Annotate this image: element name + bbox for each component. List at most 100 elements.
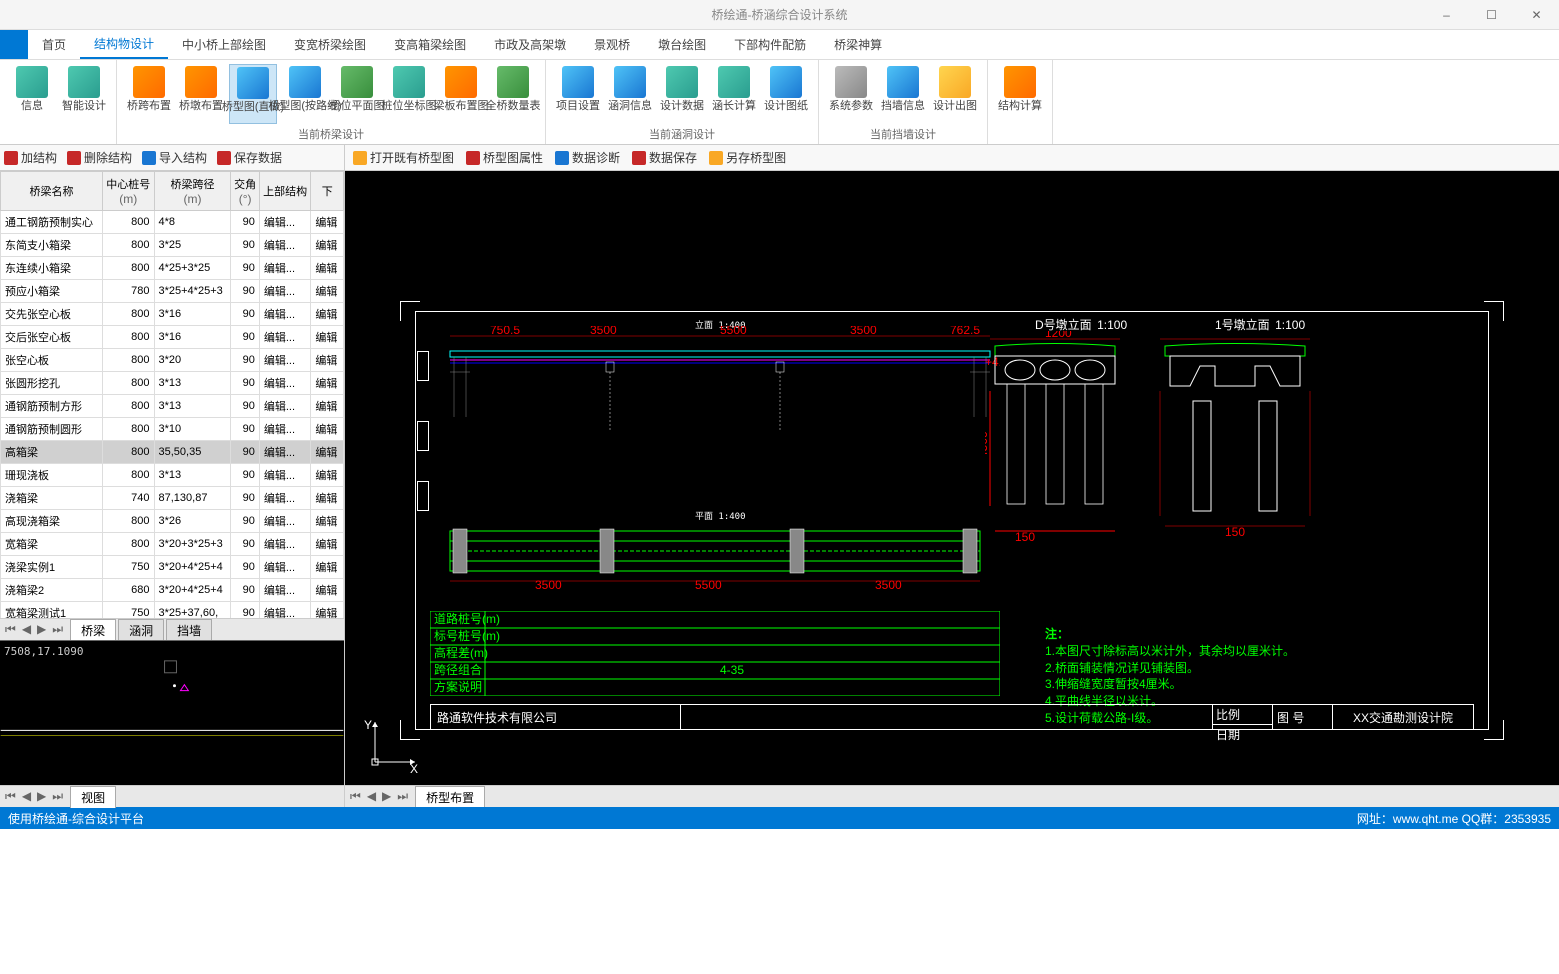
ribbon-桥位平面图[interactable]: 桥位平面图	[333, 64, 381, 124]
ribbon-桥型图(直做)[interactable]: 桥型图(直做)	[229, 64, 277, 124]
tab-视图[interactable]: 视图	[70, 786, 116, 808]
title-bar: 桥绘通-桥涵综合设计系统 – ☐ ✕	[0, 0, 1559, 30]
menu-2[interactable]: 中小桥上部绘图	[168, 30, 280, 59]
ribbon-涵洞信息[interactable]: 涵洞信息	[606, 64, 654, 124]
window-minimize-button[interactable]: –	[1424, 0, 1469, 30]
ribbon-挡墙信息[interactable]: 挡墙信息	[879, 64, 927, 124]
tab-nav[interactable]: ⏮	[2, 789, 19, 804]
全桥数量表-icon	[497, 66, 529, 98]
数据保存-icon	[632, 151, 646, 165]
window-maximize-button[interactable]: ☐	[1469, 0, 1514, 30]
bridge-table[interactable]: 桥梁名称中心桩号(m)桥梁跨径(m)交角(°)上部结构下 通工钢筋预制实心800…	[0, 171, 344, 618]
tab-nav[interactable]: ⏭	[394, 789, 411, 804]
col-下[interactable]: 下	[311, 172, 344, 211]
canvas-tab-strip: ⏮◀▶⏭ 桥型布置	[345, 785, 1559, 807]
menu-file[interactable]	[0, 30, 28, 59]
tab-nav[interactable]: ◀	[364, 789, 379, 804]
ribbon-桥型图(按路线)[interactable]: 桥型图(按路线)	[281, 64, 329, 124]
col-上部结构[interactable]: 上部结构	[259, 172, 311, 211]
tab-nav[interactable]: ⏭	[49, 622, 66, 637]
ribbon-设计出图[interactable]: 设计出图	[931, 64, 979, 124]
table-row[interactable]: 高箱梁80035,50,3590编辑...编辑	[1, 441, 344, 464]
table-row[interactable]: 通钢筋预制圆形8003*1090编辑...编辑	[1, 418, 344, 441]
ribbon-设计图纸[interactable]: 设计图纸	[762, 64, 810, 124]
table-row[interactable]: 高现浇箱梁8003*2690编辑...编辑	[1, 510, 344, 533]
data-table: 道路桩号(m) 标号桩号(m) 高程差(m) 跨径组合 方案说明 4-35	[430, 611, 1000, 696]
ribbon-桥墩布置[interactable]: 桥墩布置	[177, 64, 225, 124]
table-row[interactable]: 通钢筋预制方形8003*1390编辑...编辑	[1, 395, 344, 418]
tab-nav[interactable]: ▶	[34, 622, 49, 637]
table-row[interactable]: 张圆形挖孔8003*1390编辑...编辑	[1, 372, 344, 395]
cad-canvas[interactable]: 立面 1:400 750.5 3500 5500 3500 762.5	[345, 171, 1559, 807]
ribbon-设计数据[interactable]: 设计数据	[658, 64, 706, 124]
tool-数据诊断[interactable]: 数据诊断	[555, 149, 620, 166]
menu-4[interactable]: 变高箱梁绘图	[380, 30, 480, 59]
tab-nav[interactable]: ▶	[379, 789, 394, 804]
table-row[interactable]: 宽箱梁8003*20+3*25+390编辑...编辑	[1, 533, 344, 556]
tab-nav[interactable]: ◀	[19, 789, 34, 804]
window-close-button[interactable]: ✕	[1514, 0, 1559, 30]
加结构-icon	[4, 151, 18, 165]
menu-1[interactable]: 结构物设计	[80, 30, 168, 59]
ribbon-梁板布置图[interactable]: 梁板布置图	[437, 64, 485, 124]
preview-panel[interactable]: 7508,17.1090	[0, 640, 344, 785]
tool-删除结构[interactable]: 删除结构	[67, 149, 132, 166]
col-交角[interactable]: 交角(°)	[231, 172, 259, 211]
tool-打开既有桥型图[interactable]: 打开既有桥型图	[353, 149, 454, 166]
tool-数据保存[interactable]: 数据保存	[632, 149, 697, 166]
col-桥梁跨径[interactable]: 桥梁跨径(m)	[154, 172, 231, 211]
col-中心桩号[interactable]: 中心桩号(m)	[102, 172, 154, 211]
ribbon-桥跨布置[interactable]: 桥跨布置	[125, 64, 173, 124]
svg-text:X: X	[410, 762, 418, 776]
table-row[interactable]: 浇梁实例17503*20+4*25+490编辑...编辑	[1, 556, 344, 579]
删除结构-icon	[67, 151, 81, 165]
ribbon-全桥数量表[interactable]: 全桥数量表	[489, 64, 537, 124]
plan-drawing: 350055003500	[445, 521, 985, 591]
tab-nav[interactable]: ◀	[19, 622, 34, 637]
table-row[interactable]: 东连续小箱梁8004*25+3*2590编辑...编辑	[1, 257, 344, 280]
table-row[interactable]: 东简支小箱梁8003*2590编辑...编辑	[1, 234, 344, 257]
tab-nav[interactable]: ⏮	[2, 622, 19, 637]
ribbon-智能设计[interactable]: 智能设计	[60, 64, 108, 142]
menu-7[interactable]: 墩台绘图	[644, 30, 720, 59]
ribbon-涵长计算[interactable]: 涵长计算	[710, 64, 758, 124]
ribbon: 信息智能设计桥跨布置桥墩布置桥型图(直做)桥型图(按路线)桥位平面图桩位坐标图梁…	[0, 60, 1559, 145]
menu-3[interactable]: 变宽桥梁绘图	[280, 30, 380, 59]
tab-涵洞[interactable]: 涵洞	[118, 619, 164, 641]
menu-8[interactable]: 下部构件配筋	[720, 30, 820, 59]
table-row[interactable]: 浇箱梁26803*20+4*25+490编辑...编辑	[1, 579, 344, 602]
menu-9[interactable]: 桥梁神算	[820, 30, 896, 59]
项目设置-icon	[562, 66, 594, 98]
status-right: 网址：www.qht.me QQ群：2353935	[1357, 810, 1551, 827]
tab-nav[interactable]: ⏭	[49, 789, 66, 804]
svg-text:道路桩号(m): 道路桩号(m)	[434, 611, 500, 626]
tool-保存数据[interactable]: 保存数据	[217, 149, 282, 166]
ribbon-系统参数[interactable]: 系统参数	[827, 64, 875, 124]
table-row[interactable]: 交先张空心板8003*1690编辑...编辑	[1, 303, 344, 326]
ribbon-信息[interactable]: 信息	[8, 64, 56, 142]
table-row[interactable]: 宽箱梁测试17503*25+37,60,90编辑...编辑	[1, 602, 344, 619]
title-block: 路通软件技术有限公司 比例 日期 图 号 XX交通勘测设计院	[430, 704, 1474, 730]
ribbon-结构计算[interactable]: 结构计算	[996, 64, 1044, 142]
table-row[interactable]: 交后张空心板8003*1690编辑...编辑	[1, 326, 344, 349]
table-row[interactable]: 张空心板8003*2090编辑...编辑	[1, 349, 344, 372]
menu-0[interactable]: 首页	[28, 30, 80, 59]
menu-6[interactable]: 景观桥	[580, 30, 644, 59]
tab-桥梁[interactable]: 桥梁	[70, 619, 116, 641]
tool-桥型图属性[interactable]: 桥型图属性	[466, 149, 543, 166]
table-row[interactable]: 通工钢筋预制实心8004*890编辑...编辑	[1, 211, 344, 234]
col-桥梁名称[interactable]: 桥梁名称	[1, 172, 103, 211]
table-row[interactable]: 珊现浇板8003*1390编辑...编辑	[1, 464, 344, 487]
tool-另存桥型图[interactable]: 另存桥型图	[709, 149, 786, 166]
tool-加结构[interactable]: 加结构	[4, 149, 57, 166]
tab-挡墙[interactable]: 挡墙	[166, 619, 212, 641]
tool-导入结构[interactable]: 导入结构	[142, 149, 207, 166]
menu-5[interactable]: 市政及高架墩	[480, 30, 580, 59]
table-row[interactable]: 浇箱梁74087,130,8790编辑...编辑	[1, 487, 344, 510]
table-row[interactable]: 预应小箱梁7803*25+4*25+390编辑...编辑	[1, 280, 344, 303]
ribbon-桩位坐标图[interactable]: 桩位坐标图	[385, 64, 433, 124]
ribbon-项目设置[interactable]: 项目设置	[554, 64, 602, 124]
tab-nav[interactable]: ▶	[34, 789, 49, 804]
tab-桥型布置[interactable]: 桥型布置	[415, 786, 485, 808]
tab-nav[interactable]: ⏮	[347, 789, 364, 804]
